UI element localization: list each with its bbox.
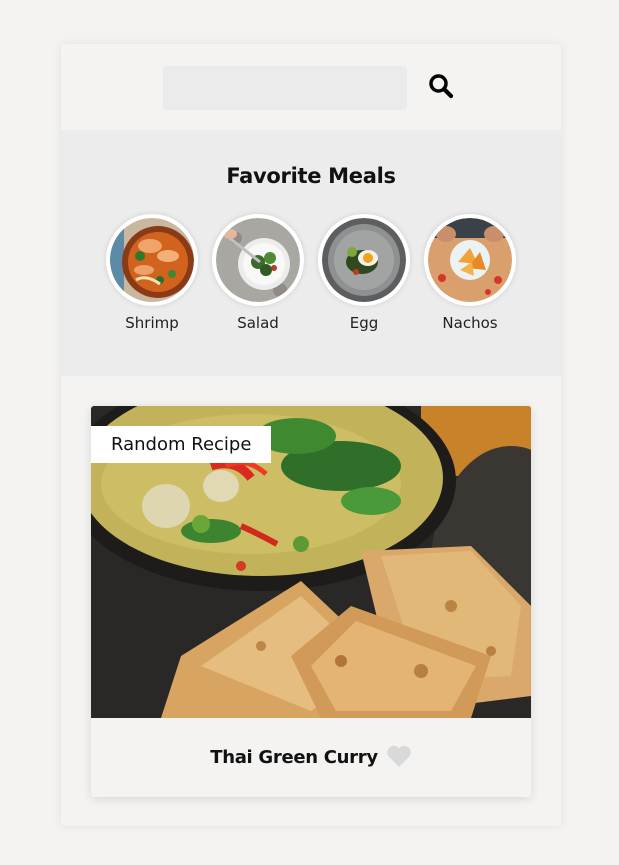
favorite-meals-section: Favorite Meals Shrimp Salad Egg Nachos <box>61 130 561 376</box>
meal-body: Thai Green Curry <box>91 718 531 797</box>
favorite-meal-image <box>212 214 304 306</box>
favorite-meal-egg[interactable]: Egg <box>318 214 410 332</box>
favorite-meal-shrimp[interactable]: Shrimp <box>106 214 198 332</box>
favorite-meal-image <box>318 214 410 306</box>
favorite-meal-label: Salad <box>237 314 279 332</box>
heart-icon <box>386 744 412 771</box>
search-bar <box>61 44 561 130</box>
random-meal-section: Random Recipe Thai Green Curry <box>61 376 561 797</box>
meal-card: Random Recipe Thai Green Curry <box>91 406 531 797</box>
favorite-meal-label: Egg <box>349 314 379 332</box>
favorite-button[interactable] <box>386 744 412 771</box>
search-button[interactable] <box>423 70 459 106</box>
favorite-meals-list: Shrimp Salad Egg Nachos <box>61 214 561 332</box>
favorite-meal-label: Nachos <box>442 314 498 332</box>
meal-image[interactable]: Random Recipe <box>91 406 531 718</box>
favorite-meal-image <box>106 214 198 306</box>
meal-title: Thai Green Curry <box>210 747 378 768</box>
search-icon <box>428 73 454 102</box>
favorite-meal-image <box>424 214 516 306</box>
favorite-meals-title: Favorite Meals <box>226 164 396 188</box>
random-recipe-tag: Random Recipe <box>91 426 272 463</box>
search-input[interactable] <box>163 65 407 110</box>
favorite-meal-salad[interactable]: Salad <box>212 214 304 332</box>
favorite-meal-nachos[interactable]: Nachos <box>424 214 516 332</box>
app-container: Favorite Meals Shrimp Salad Egg Nachos R… <box>61 44 561 826</box>
favorite-meal-label: Shrimp <box>125 314 179 332</box>
